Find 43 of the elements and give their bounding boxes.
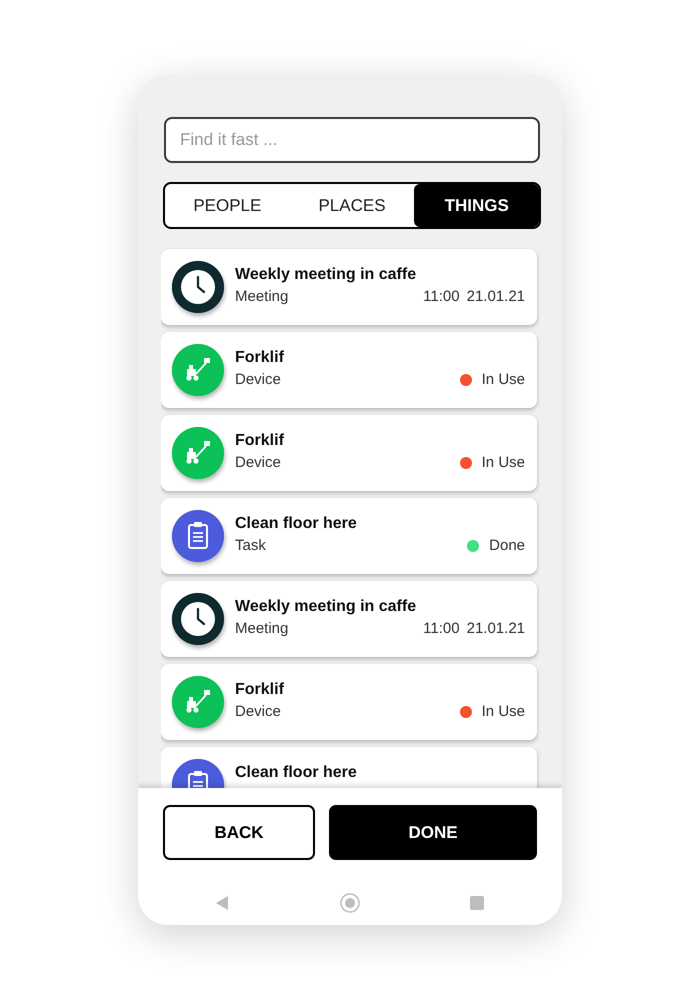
clock-icon — [172, 593, 224, 645]
list-card[interactable]: Weekly meeting in caffe Meeting 11:00 21.01.21 — [161, 581, 537, 657]
item-title: Clean floor here — [235, 515, 358, 533]
search-field[interactable]: Find it fast ... — [164, 117, 540, 163]
list-card[interactable]: Weekly meeting in caffe Meeting 11:00 21.01.21 — [161, 249, 537, 325]
item-time: 11:00 — [423, 288, 460, 305]
list-card[interactable]: Forklif Device In Use — [161, 664, 537, 740]
item-date: 21.01.21 — [466, 288, 525, 305]
forklift-icon — [172, 344, 224, 396]
item-status: Done — [489, 537, 525, 554]
done-button[interactable]: DONE — [329, 805, 537, 860]
back-button[interactable]: BACK — [163, 805, 315, 860]
item-type: Meeting — [235, 288, 288, 305]
home-nav-icon[interactable] — [340, 893, 360, 913]
forklift-icon — [172, 427, 224, 479]
tab[interactable]: PLACES — [290, 184, 414, 227]
item-title: Forklif — [235, 349, 285, 367]
item-type: Device — [235, 454, 281, 471]
item-type: Meeting — [235, 620, 288, 637]
list-card[interactable]: Clean floor here Task Done — [161, 498, 537, 574]
list-card[interactable]: Forklif Device In Use — [161, 332, 537, 408]
clock-icon — [172, 261, 224, 313]
item-time: 11:00 — [423, 620, 460, 637]
item-status: In Use — [482, 454, 525, 471]
clipboard-icon — [172, 510, 224, 562]
item-title: Clean floor here — [235, 764, 358, 782]
item-date: 21.01.21 — [466, 620, 525, 637]
list-card[interactable]: Forklif Device In Use — [161, 415, 537, 491]
tab[interactable]: THINGS — [414, 184, 539, 227]
item-title: Forklif — [235, 681, 285, 699]
item-title: Forklif — [235, 432, 285, 450]
item-type: Task — [235, 537, 266, 554]
item-title: Weekly meeting in caffe — [235, 598, 418, 616]
item-type: Device — [235, 371, 281, 388]
list-card[interactable]: Clean floor here — [161, 747, 537, 788]
tab[interactable]: PEOPLE — [165, 184, 290, 227]
forklift-icon — [172, 676, 224, 728]
item-type: Device — [235, 703, 281, 720]
back-nav-icon[interactable] — [215, 895, 229, 911]
item-status: In Use — [482, 703, 525, 720]
item-title: Weekly meeting in caffe — [235, 266, 418, 284]
recents-nav-icon[interactable] — [470, 896, 484, 910]
item-status: In Use — [482, 371, 525, 388]
